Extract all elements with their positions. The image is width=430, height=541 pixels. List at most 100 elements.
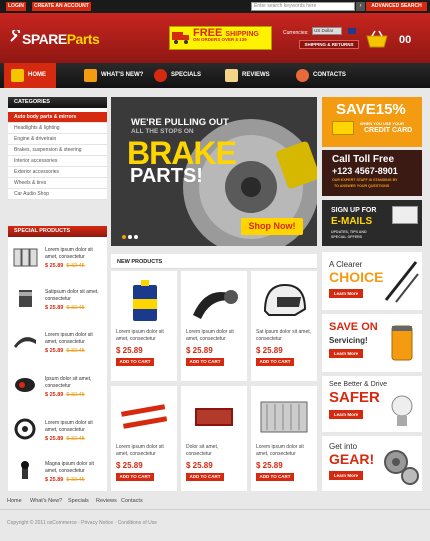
category-item[interactable]: Exterior accessories bbox=[8, 167, 107, 178]
promo-line-1: See Better & Drive bbox=[329, 381, 387, 388]
footer-link-whats-new[interactable]: What's New? bbox=[30, 498, 62, 504]
product-price: $ 25.89 bbox=[116, 346, 143, 355]
slide-dot[interactable] bbox=[128, 235, 132, 239]
product-name[interactable]: Lorem ipsum dolor sit amet, consectetur bbox=[116, 444, 174, 458]
cart-count: 00 bbox=[399, 34, 412, 46]
special-price: $ 25.89 bbox=[45, 436, 64, 442]
add-to-cart-button[interactable]: ADD TO CART bbox=[256, 358, 294, 366]
currency-select[interactable]: US Dollar bbox=[312, 27, 342, 35]
nav-label: WHAT'S NEW? bbox=[101, 72, 144, 78]
wiper-promo[interactable]: A Clearer CHOICE Learn More bbox=[322, 252, 422, 310]
special-product-name[interactable]: Lorem ipsum dolor sit amet, consectetur bbox=[45, 247, 105, 261]
steering-wheel-image bbox=[14, 418, 36, 440]
category-item[interactable]: Wheels & tires bbox=[8, 178, 107, 189]
special-product[interactable]: Satipsum dolor sit amet, consectetur $ 2… bbox=[8, 281, 107, 321]
special-product-name[interactable]: Ipsum dolor sit amet, consectetur bbox=[45, 376, 105, 390]
product-card[interactable]: Lorem ipsum dolor sit amet, consectetur … bbox=[251, 386, 317, 496]
special-product-name[interactable]: Lorem ipsum dolor sit amet, consectetur bbox=[45, 420, 105, 434]
nav-label: CONTACTS bbox=[313, 72, 346, 78]
shop-now-button[interactable]: Shop Now! bbox=[241, 218, 303, 235]
footer-link-contacts[interactable]: Contacts bbox=[121, 498, 143, 504]
motor-oil-image bbox=[133, 280, 157, 321]
nav-contacts[interactable]: CONTACTS bbox=[289, 63, 369, 88]
product-card[interactable]: Sat ipsum dolor sit amet, consectetur $ … bbox=[251, 271, 317, 381]
category-item[interactable]: Engine & drivetrain bbox=[8, 134, 107, 145]
learn-more-button[interactable]: Learn More bbox=[329, 410, 363, 419]
gear-promo[interactable]: Get into GEAR! Learn More bbox=[322, 436, 422, 492]
logo[interactable]: SPAREParts bbox=[22, 31, 100, 47]
nav-label: REVIEWS bbox=[242, 72, 270, 78]
product-name[interactable]: Sat ipsum dolor sit amet, consectetur bbox=[256, 329, 314, 343]
category-item[interactable]: Car Audio Shop bbox=[8, 189, 107, 200]
learn-more-button[interactable]: Learn More bbox=[329, 349, 363, 358]
add-to-cart-button[interactable]: ADD TO CART bbox=[116, 473, 154, 481]
product-card[interactable]: Lorem ipsum dolor sit amet, consectetur … bbox=[181, 271, 247, 381]
special-price: $ 25.89 bbox=[45, 477, 64, 483]
credit-card-icon bbox=[332, 121, 354, 135]
special-product-price: $ 25.89 $ 32.45 bbox=[45, 348, 85, 354]
advanced-search-button[interactable]: ADVANCED SEARCH bbox=[366, 2, 427, 11]
category-item[interactable]: Headlights & lighting bbox=[8, 123, 107, 134]
footer-link-home[interactable]: Home bbox=[7, 498, 22, 504]
nav-reviews[interactable]: REVIEWS bbox=[218, 63, 288, 88]
product-card[interactable]: Dolor sit amet, consectetur $ 25.89 ADD … bbox=[181, 386, 247, 496]
special-product-name[interactable]: Satipsum dolor sit amet, consectetur bbox=[45, 289, 105, 303]
add-to-cart-button[interactable]: ADD TO CART bbox=[186, 473, 224, 481]
special-product[interactable]: Lorem ipsum dolor sit amet, consectetur … bbox=[8, 324, 107, 364]
learn-more-button[interactable]: Learn More bbox=[329, 471, 363, 480]
product-name[interactable]: Dolor sit amet, consectetur bbox=[186, 444, 244, 458]
special-price: $ 25.89 bbox=[45, 348, 64, 354]
categories-box: CATEGORIES Auto body parts & mirrors Hea… bbox=[8, 97, 107, 200]
category-item[interactable]: Interior accessories bbox=[8, 156, 107, 167]
special-product[interactable]: Ipsum dolor sit amet, consectetur $ 25.8… bbox=[8, 368, 107, 408]
call-toll-free-banner[interactable]: Call Toll Free +123 4567-8901 OUR EXPERT… bbox=[322, 150, 422, 196]
email-signup-banner[interactable]: SIGN UP FOR E-MAILS UPDATES, TIPS AND SP… bbox=[322, 200, 422, 246]
flag-icon[interactable] bbox=[348, 28, 356, 34]
save-sub-2: CREDIT CARD bbox=[364, 127, 413, 134]
special-product-price: $ 25.89 $ 32.45 bbox=[45, 477, 85, 483]
search-input[interactable]: Enter search keywords here bbox=[251, 2, 355, 11]
special-products-list: Lorem ipsum dolor sit amet, consectetur … bbox=[8, 237, 107, 499]
save-credit-card-banner[interactable]: SAVE15% WHEN YOU USE YOUR CREDIT CARD bbox=[322, 97, 422, 147]
product-name[interactable]: Lorem ipsum dolor sit amet, consectetur bbox=[116, 329, 174, 343]
add-to-cart-button[interactable]: ADD TO CART bbox=[256, 473, 294, 481]
product-name[interactable]: Lorem ipsum dolor sit amet, consectetur bbox=[256, 444, 314, 458]
special-product-name[interactable]: Lorem ipsum dolor sit amet, consectetur bbox=[45, 332, 105, 346]
search-go-button[interactable]: › bbox=[356, 2, 365, 11]
category-item[interactable]: Auto body parts & mirrors bbox=[8, 112, 107, 123]
category-item[interactable]: Brakes, suspension & steering bbox=[8, 145, 107, 156]
login-button[interactable]: LOGIN bbox=[6, 2, 26, 11]
special-price: $ 25.89 bbox=[45, 263, 64, 269]
add-to-cart-button[interactable]: ADD TO CART bbox=[186, 358, 224, 366]
slide-dot[interactable] bbox=[134, 235, 138, 239]
special-product[interactable]: Magna ipsum dolor sit amet, consectetur … bbox=[8, 453, 107, 493]
servicing-promo[interactable]: SAVE ON Servicing! Learn More bbox=[322, 314, 422, 372]
nav-whats-new[interactable]: WHAT'S NEW? bbox=[77, 63, 153, 88]
call-title: Call Toll Free bbox=[332, 154, 395, 165]
signup-sub-2: SPECIAL OFFERS bbox=[331, 235, 363, 239]
safer-promo[interactable]: See Better & Drive SAFER Learn More bbox=[322, 376, 422, 432]
shock-absorbers-image bbox=[120, 404, 168, 429]
footer-link-reviews[interactable]: Reviews bbox=[96, 498, 117, 504]
old-price: $ 32.45 bbox=[66, 263, 85, 269]
envelope-icon bbox=[392, 206, 418, 224]
special-product-name[interactable]: Magna ipsum dolor sit amet, consectetur bbox=[45, 461, 105, 475]
product-card[interactable]: Lorem ipsum dolor sit amet, consectetur … bbox=[111, 271, 177, 381]
special-product[interactable]: Lorem ipsum dolor sit amet, consectetur … bbox=[8, 412, 107, 452]
signup-title-2: E-MAILS bbox=[331, 216, 373, 227]
product-card[interactable]: Lorem ipsum dolor sit amet, consectetur … bbox=[111, 386, 177, 496]
basket-icon[interactable] bbox=[365, 30, 389, 48]
special-product[interactable]: Lorem ipsum dolor sit amet, consectetur … bbox=[8, 239, 107, 279]
slide-dot-active[interactable] bbox=[122, 235, 126, 239]
product-name[interactable]: Lorem ipsum dolor sit amet, consectetur bbox=[186, 329, 244, 343]
promo-line-2: Servicing! bbox=[329, 336, 368, 345]
add-to-cart-button[interactable]: ADD TO CART bbox=[116, 358, 154, 366]
footer-link-specials[interactable]: Specials bbox=[68, 498, 89, 504]
nav-specials[interactable]: SPECIALS bbox=[147, 63, 217, 88]
fender-image bbox=[14, 337, 36, 348]
nav-home[interactable]: HOME bbox=[4, 63, 56, 88]
old-price: $ 32.45 bbox=[66, 348, 85, 354]
create-account-button[interactable]: CREATE AN ACCOUNT bbox=[32, 2, 91, 11]
learn-more-button[interactable]: Learn More bbox=[329, 289, 363, 298]
shipping-returns-button[interactable]: SHIPPING & RETURNS bbox=[299, 40, 359, 49]
